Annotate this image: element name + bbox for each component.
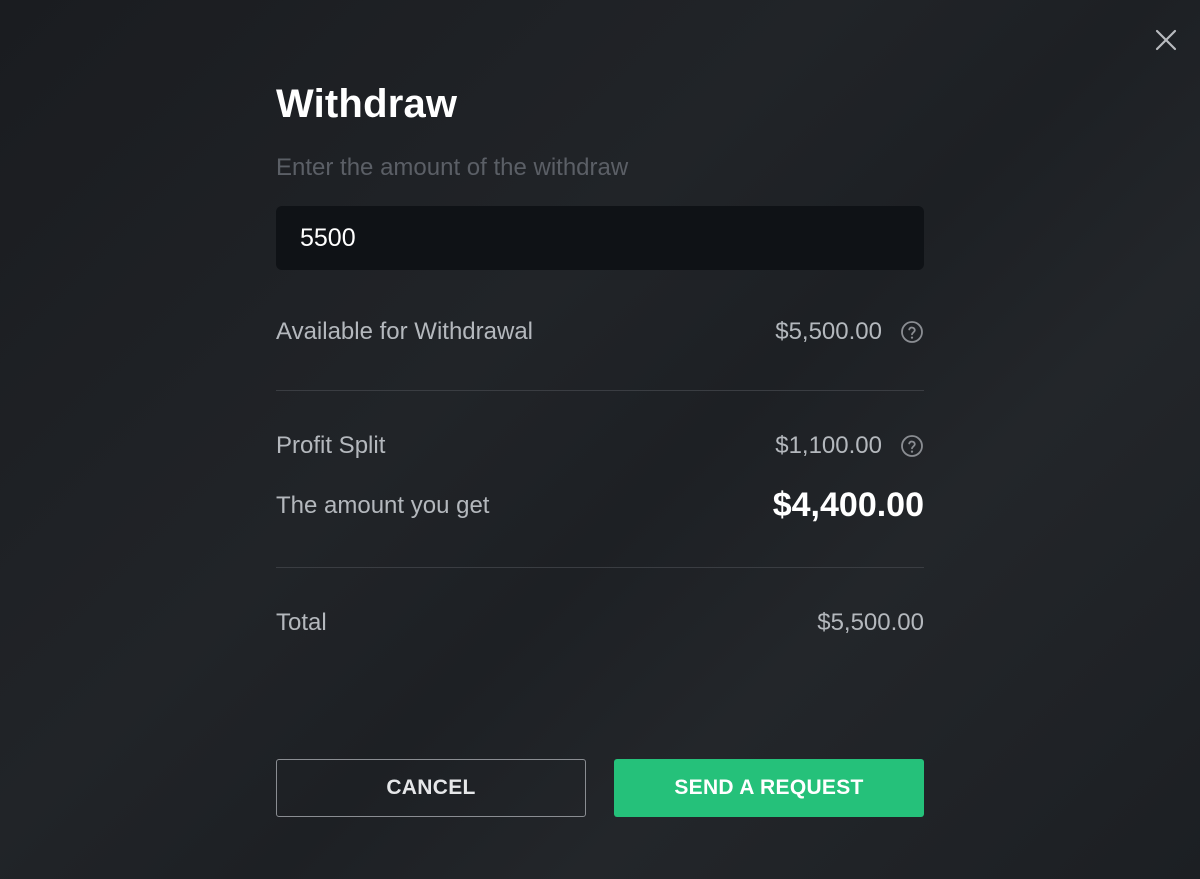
amount-you-get-row: The amount you get $4,400.00	[276, 486, 924, 525]
withdraw-dialog: Withdraw Enter the amount of the withdra…	[0, 0, 1200, 879]
profit-split-value-wrap: $1,100.00	[775, 432, 924, 460]
available-label: Available for Withdrawal	[276, 318, 534, 345]
total-value: $5,500.00	[817, 609, 924, 636]
profit-split-value: $1,100.00	[775, 432, 882, 459]
help-circle-icon[interactable]	[900, 434, 924, 458]
send-request-button[interactable]: SEND A REQUEST	[614, 759, 924, 817]
divider	[276, 390, 924, 391]
amount-you-get-label: The amount you get	[276, 491, 490, 519]
help-circle-icon[interactable]	[900, 320, 924, 344]
dialog-title: Withdraw	[276, 82, 458, 126]
profit-split-row: Profit Split $1,100.00	[276, 432, 924, 460]
close-icon[interactable]	[1150, 24, 1182, 56]
available-value: $5,500.00	[775, 318, 882, 345]
amount-you-get-value: $4,400.00	[772, 486, 924, 524]
available-row: Available for Withdrawal $5,500.00	[276, 318, 924, 346]
profit-split-label: Profit Split	[276, 432, 386, 459]
divider	[276, 567, 924, 568]
total-row: Total $5,500.00	[276, 609, 924, 637]
total-label: Total	[276, 609, 327, 636]
available-value-wrap: $5,500.00	[775, 318, 924, 346]
amount-input[interactable]	[276, 206, 924, 270]
cancel-button[interactable]: CANCEL	[276, 759, 586, 817]
dialog-subtitle: Enter the amount of the withdraw	[276, 154, 629, 181]
